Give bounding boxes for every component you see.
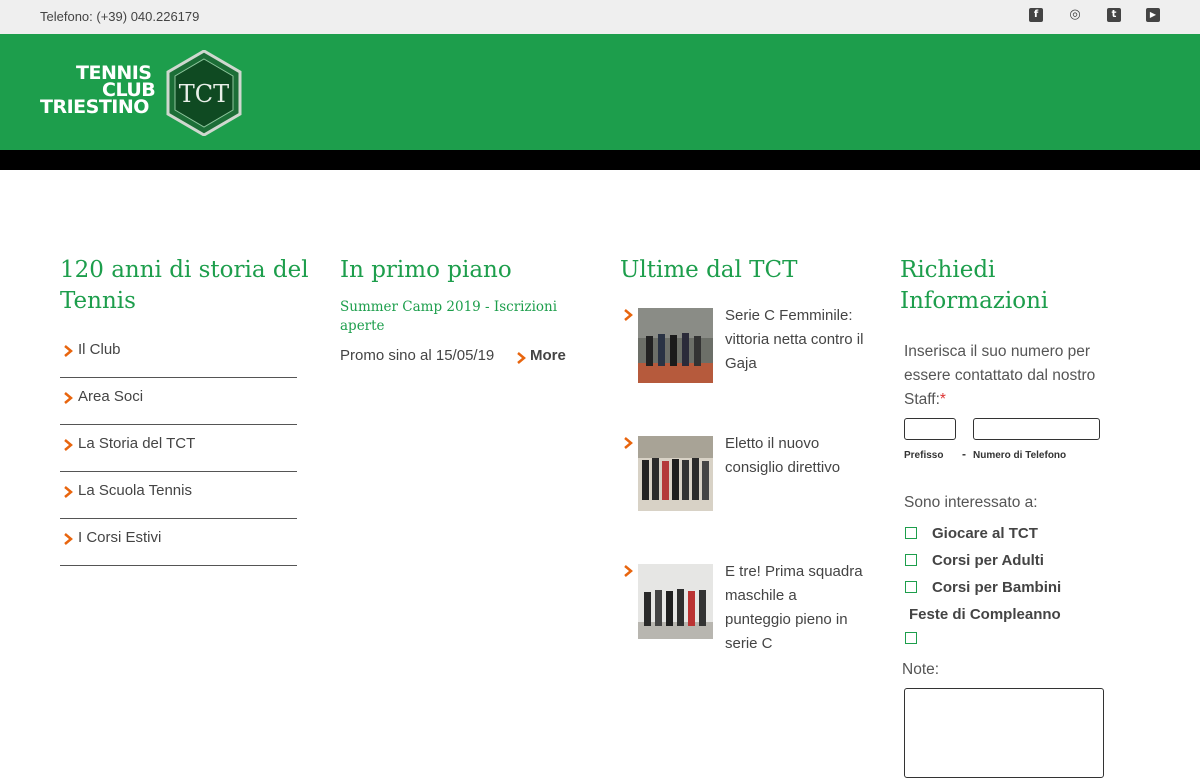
- site-logo[interactable]: TENNIS CLUB TRIESTINO TCT: [40, 50, 242, 136]
- news-item-text[interactable]: E tre! Prima squadra maschile a punteggi…: [725, 560, 865, 656]
- club-nav-item-corsi-estivi[interactable]: I Corsi Estivi: [60, 518, 297, 566]
- phone-number-label: Numero di Telefono: [973, 450, 1067, 461]
- chevron-right-icon: [64, 533, 73, 545]
- chevron-right-icon: [624, 309, 633, 321]
- news-thumbnail[interactable]: [638, 436, 713, 511]
- chevron-right-icon: [624, 437, 633, 449]
- checkbox-giocare[interactable]: [905, 527, 917, 539]
- required-mark: *: [939, 391, 946, 408]
- news-title: Ultime dal TCT: [620, 257, 798, 283]
- tct-emblem-icon: TCT: [166, 50, 242, 136]
- chevron-right-icon: [517, 352, 526, 364]
- twitter-icon[interactable]: t: [1107, 8, 1121, 22]
- promo-text: Promo sino al 15/05/19: [340, 347, 495, 364]
- emblem-text: TCT: [179, 80, 229, 108]
- phone-number-input[interactable]: [973, 418, 1100, 440]
- note-textarea[interactable]: [904, 688, 1104, 778]
- phone-number: Telefono: (+39) 040.226179: [40, 9, 200, 24]
- club-nav-label: Area Soci: [78, 388, 144, 405]
- site-header: TENNIS CLUB TRIESTINO TCT: [0, 34, 1200, 150]
- logo-line-triestino: TRIESTINO: [40, 96, 149, 118]
- news-thumbnail[interactable]: [638, 308, 713, 383]
- more-link[interactable]: More: [530, 347, 566, 364]
- club-nav-label: Il Club: [78, 341, 121, 358]
- chevron-right-icon: [624, 565, 633, 577]
- club-title: 120 anni di storia del Tennis: [60, 257, 309, 314]
- checkbox-corsi-adulti[interactable]: [905, 554, 917, 566]
- prefix-input[interactable]: [904, 418, 956, 440]
- chevron-right-icon: [64, 345, 73, 357]
- news-item-text[interactable]: Serie C Femminile: vittoria netta contro…: [725, 304, 865, 376]
- checkbox-corsi-bambini[interactable]: [905, 581, 917, 593]
- chevron-right-icon: [64, 439, 73, 451]
- facebook-icon[interactable]: f: [1029, 8, 1043, 22]
- form-instructions-text: Inserisca il suo numero per essere conta…: [904, 343, 1096, 408]
- prefix-label: Prefisso: [904, 450, 944, 461]
- checkbox-label: Feste di Compleanno: [909, 606, 1061, 623]
- top-bar: Telefono: (+39) 040.226179 f ◎ t ▶: [0, 0, 1200, 34]
- club-nav-label: La Storia del TCT: [78, 435, 196, 452]
- form-instructions: Inserisca il suo numero per essere conta…: [904, 340, 1114, 412]
- note-label: Note:: [902, 661, 940, 678]
- chevron-right-icon: [64, 392, 73, 404]
- phone-separator: -: [962, 447, 966, 461]
- instagram-icon[interactable]: ◎: [1068, 8, 1082, 22]
- club-nav-item-scuola-tennis[interactable]: La Scuola Tennis: [60, 471, 297, 519]
- highlight-title: In primo piano: [340, 257, 512, 283]
- club-nav-label: I Corsi Estivi: [78, 529, 162, 546]
- chevron-right-icon: [64, 486, 73, 498]
- news-thumbnail[interactable]: [638, 564, 713, 639]
- nav-bar: [0, 150, 1200, 170]
- checkbox-feste-compleanno[interactable]: [905, 632, 917, 644]
- club-nav-item-il-club[interactable]: Il Club: [60, 330, 297, 378]
- summer-camp-link[interactable]: Summer Camp 2019 - Iscrizioni aperte: [340, 298, 580, 336]
- club-nav-item-storia[interactable]: La Storia del TCT: [60, 424, 297, 472]
- youtube-icon[interactable]: ▶: [1146, 8, 1160, 22]
- news-item-text[interactable]: Eletto il nuovo consiglio direttivo: [725, 432, 865, 480]
- checkbox-label: Giocare al TCT: [932, 525, 1038, 542]
- club-nav-label: La Scuola Tennis: [78, 482, 192, 499]
- interest-label: Sono interessato a:: [904, 494, 1038, 511]
- form-title: Richiedi Informazioni: [900, 257, 1049, 314]
- checkbox-label: Corsi per Bambini: [932, 579, 1062, 596]
- checkbox-label: Corsi per Adulti: [932, 552, 1044, 569]
- club-nav-item-area-soci[interactable]: Area Soci: [60, 377, 297, 425]
